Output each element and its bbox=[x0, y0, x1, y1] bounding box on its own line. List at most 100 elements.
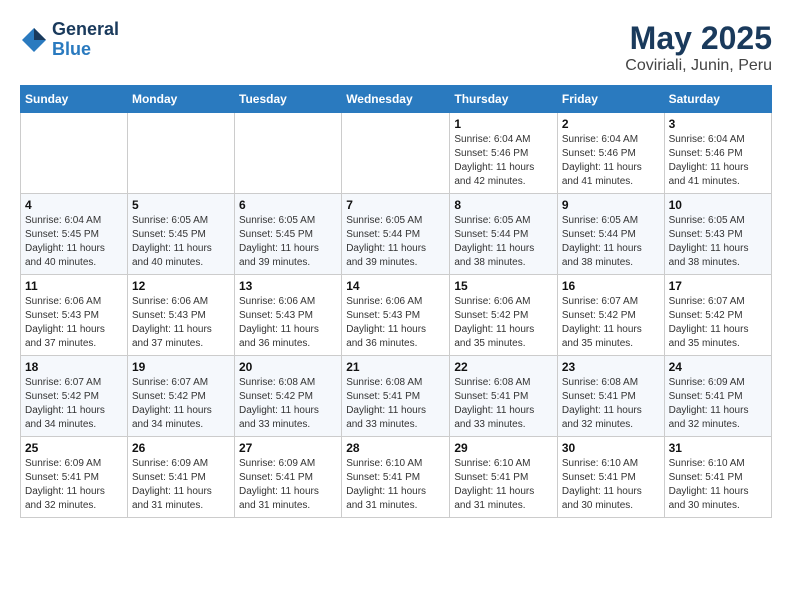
calendar-cell: 8 Sunrise: 6:05 AM Sunset: 5:44 PM Daylig… bbox=[450, 194, 558, 275]
calendar-week-4: 25 Sunrise: 6:09 AM Sunset: 5:41 PM Dayli… bbox=[21, 437, 772, 518]
calendar-cell: 18Sunrise: 6:07 AM Sunset: 5:42 PM Dayli… bbox=[21, 356, 128, 437]
day-number: 8 bbox=[454, 198, 553, 212]
calendar-cell: 2Sunrise: 6:04 AM Sunset: 5:46 PM Daylig… bbox=[557, 113, 664, 194]
day-number: 30 bbox=[562, 441, 660, 455]
day-number: 6 bbox=[239, 198, 337, 212]
calendar-cell: 26 Sunrise: 6:09 AM Sunset: 5:41 PM Dayli… bbox=[127, 437, 234, 518]
day-number: 23 bbox=[562, 360, 660, 374]
day-info: Sunrise: 6:06 AM Sunset: 5:43 PM Dayligh… bbox=[25, 295, 123, 351]
day-number: 20 bbox=[239, 360, 337, 374]
calendar-cell: 7 Sunrise: 6:05 AM Sunset: 5:44 PM Daylig… bbox=[342, 194, 450, 275]
day-info: Sunrise: 6:08 AM Sunset: 5:41 PM Dayligh… bbox=[454, 376, 553, 432]
calendar-cell: 19Sunrise: 6:07 AM Sunset: 5:42 PM Dayli… bbox=[127, 356, 234, 437]
day-info: Sunrise: 6:05 AM Sunset: 5:45 PM Dayligh… bbox=[239, 214, 337, 270]
calendar-cell: 13 Sunrise: 6:06 AM Sunset: 5:43 PM Dayli… bbox=[235, 275, 342, 356]
calendar-cell: 3 Sunrise: 6:04 AM Sunset: 5:46 PM Daylig… bbox=[664, 113, 771, 194]
page-subtitle: Coviriali, Junin, Peru bbox=[625, 57, 772, 75]
day-header-friday: Friday bbox=[557, 86, 664, 113]
day-info: Sunrise: 6:10 AM Sunset: 5:41 PM Dayligh… bbox=[669, 457, 767, 513]
calendar-cell bbox=[21, 113, 128, 194]
day-number: 14 bbox=[346, 279, 445, 293]
day-number: 21 bbox=[346, 360, 445, 374]
day-number: 25 bbox=[25, 441, 123, 455]
day-info: Sunrise: 6:07 AM Sunset: 5:42 PM Dayligh… bbox=[132, 376, 230, 432]
day-number: 24 bbox=[669, 360, 767, 374]
day-info: Sunrise: 6:04 AM Sunset: 5:46 PM Dayligh… bbox=[562, 133, 660, 189]
day-number: 4 bbox=[25, 198, 123, 212]
day-number: 10 bbox=[669, 198, 767, 212]
day-number: 22 bbox=[454, 360, 553, 374]
day-number: 26 bbox=[132, 441, 230, 455]
day-info: Sunrise: 6:06 AM Sunset: 5:42 PM Dayligh… bbox=[454, 295, 553, 351]
calendar-cell bbox=[235, 113, 342, 194]
day-info: Sunrise: 6:05 AM Sunset: 5:44 PM Dayligh… bbox=[454, 214, 553, 270]
day-number: 27 bbox=[239, 441, 337, 455]
calendar-week-1: 4 Sunrise: 6:04 AM Sunset: 5:45 PM Daylig… bbox=[21, 194, 772, 275]
day-info: Sunrise: 6:05 AM Sunset: 5:44 PM Dayligh… bbox=[346, 214, 445, 270]
day-info: Sunrise: 6:05 AM Sunset: 5:44 PM Dayligh… bbox=[562, 214, 660, 270]
day-info: Sunrise: 6:05 AM Sunset: 5:43 PM Dayligh… bbox=[669, 214, 767, 270]
calendar-week-2: 11 Sunrise: 6:06 AM Sunset: 5:43 PM Dayli… bbox=[21, 275, 772, 356]
day-info: Sunrise: 6:06 AM Sunset: 5:43 PM Dayligh… bbox=[346, 295, 445, 351]
page-title: May 2025 bbox=[625, 20, 772, 57]
days-header-row: SundayMondayTuesdayWednesdayThursdayFrid… bbox=[21, 86, 772, 113]
day-number: 31 bbox=[669, 441, 767, 455]
page-header: General Blue May 2025 Coviriali, Junin, … bbox=[20, 20, 772, 75]
day-info: Sunrise: 6:10 AM Sunset: 5:41 PM Dayligh… bbox=[346, 457, 445, 513]
day-info: Sunrise: 6:04 AM Sunset: 5:45 PM Dayligh… bbox=[25, 214, 123, 270]
day-info: Sunrise: 6:06 AM Sunset: 5:43 PM Dayligh… bbox=[132, 295, 230, 351]
day-info: Sunrise: 6:04 AM Sunset: 5:46 PM Dayligh… bbox=[669, 133, 767, 189]
calendar-cell: 5 Sunrise: 6:05 AM Sunset: 5:45 PM Daylig… bbox=[127, 194, 234, 275]
day-info: Sunrise: 6:08 AM Sunset: 5:41 PM Dayligh… bbox=[562, 376, 660, 432]
day-info: Sunrise: 6:09 AM Sunset: 5:41 PM Dayligh… bbox=[669, 376, 767, 432]
day-info: Sunrise: 6:05 AM Sunset: 5:45 PM Dayligh… bbox=[132, 214, 230, 270]
calendar-cell: 28Sunrise: 6:10 AM Sunset: 5:41 PM Dayli… bbox=[342, 437, 450, 518]
day-number: 17 bbox=[669, 279, 767, 293]
logo-text: General Blue bbox=[52, 20, 119, 60]
day-header-thursday: Thursday bbox=[450, 86, 558, 113]
day-info: Sunrise: 6:09 AM Sunset: 5:41 PM Dayligh… bbox=[25, 457, 123, 513]
day-number: 3 bbox=[669, 117, 767, 131]
calendar-cell bbox=[127, 113, 234, 194]
day-info: Sunrise: 6:08 AM Sunset: 5:42 PM Dayligh… bbox=[239, 376, 337, 432]
calendar-cell: 11 Sunrise: 6:06 AM Sunset: 5:43 PM Dayli… bbox=[21, 275, 128, 356]
day-number: 13 bbox=[239, 279, 337, 293]
calendar-cell: 16Sunrise: 6:07 AM Sunset: 5:42 PM Dayli… bbox=[557, 275, 664, 356]
day-info: Sunrise: 6:07 AM Sunset: 5:42 PM Dayligh… bbox=[669, 295, 767, 351]
day-number: 29 bbox=[454, 441, 553, 455]
logo-general: General bbox=[52, 20, 119, 40]
calendar-cell: 14 Sunrise: 6:06 AM Sunset: 5:43 PM Dayli… bbox=[342, 275, 450, 356]
calendar-cell bbox=[342, 113, 450, 194]
day-header-saturday: Saturday bbox=[664, 86, 771, 113]
calendar-cell: 6 Sunrise: 6:05 AM Sunset: 5:45 PM Daylig… bbox=[235, 194, 342, 275]
day-number: 7 bbox=[346, 198, 445, 212]
day-info: Sunrise: 6:10 AM Sunset: 5:41 PM Dayligh… bbox=[562, 457, 660, 513]
calendar-cell: 17 Sunrise: 6:07 AM Sunset: 5:42 PM Dayli… bbox=[664, 275, 771, 356]
day-number: 11 bbox=[25, 279, 123, 293]
calendar-header: SundayMondayTuesdayWednesdayThursdayFrid… bbox=[21, 86, 772, 113]
logo: General Blue bbox=[20, 20, 119, 60]
calendar-cell: 15 Sunrise: 6:06 AM Sunset: 5:42 PM Dayli… bbox=[450, 275, 558, 356]
calendar-table: SundayMondayTuesdayWednesdayThursdayFrid… bbox=[20, 85, 772, 518]
calendar-body: 1Sunrise: 6:04 AM Sunset: 5:46 PM Daylig… bbox=[21, 113, 772, 518]
day-info: Sunrise: 6:06 AM Sunset: 5:43 PM Dayligh… bbox=[239, 295, 337, 351]
calendar-cell: 24 Sunrise: 6:09 AM Sunset: 5:41 PM Dayli… bbox=[664, 356, 771, 437]
day-header-monday: Monday bbox=[127, 86, 234, 113]
calendar-cell: 4 Sunrise: 6:04 AM Sunset: 5:45 PM Daylig… bbox=[21, 194, 128, 275]
day-header-sunday: Sunday bbox=[21, 86, 128, 113]
calendar-cell: 29Sunrise: 6:10 AM Sunset: 5:41 PM Dayli… bbox=[450, 437, 558, 518]
calendar-cell: 21 Sunrise: 6:08 AM Sunset: 5:41 PM Dayli… bbox=[342, 356, 450, 437]
day-number: 5 bbox=[132, 198, 230, 212]
day-number: 9 bbox=[562, 198, 660, 212]
day-info: Sunrise: 6:09 AM Sunset: 5:41 PM Dayligh… bbox=[132, 457, 230, 513]
day-info: Sunrise: 6:07 AM Sunset: 5:42 PM Dayligh… bbox=[25, 376, 123, 432]
calendar-cell: 23 Sunrise: 6:08 AM Sunset: 5:41 PM Dayli… bbox=[557, 356, 664, 437]
day-info: Sunrise: 6:08 AM Sunset: 5:41 PM Dayligh… bbox=[346, 376, 445, 432]
logo-blue: Blue bbox=[52, 40, 119, 60]
day-number: 15 bbox=[454, 279, 553, 293]
calendar-cell: 25 Sunrise: 6:09 AM Sunset: 5:41 PM Dayli… bbox=[21, 437, 128, 518]
day-number: 16 bbox=[562, 279, 660, 293]
day-header-tuesday: Tuesday bbox=[235, 86, 342, 113]
calendar-cell: 20 Sunrise: 6:08 AM Sunset: 5:42 PM Dayli… bbox=[235, 356, 342, 437]
calendar-cell: 22 Sunrise: 6:08 AM Sunset: 5:41 PM Dayli… bbox=[450, 356, 558, 437]
